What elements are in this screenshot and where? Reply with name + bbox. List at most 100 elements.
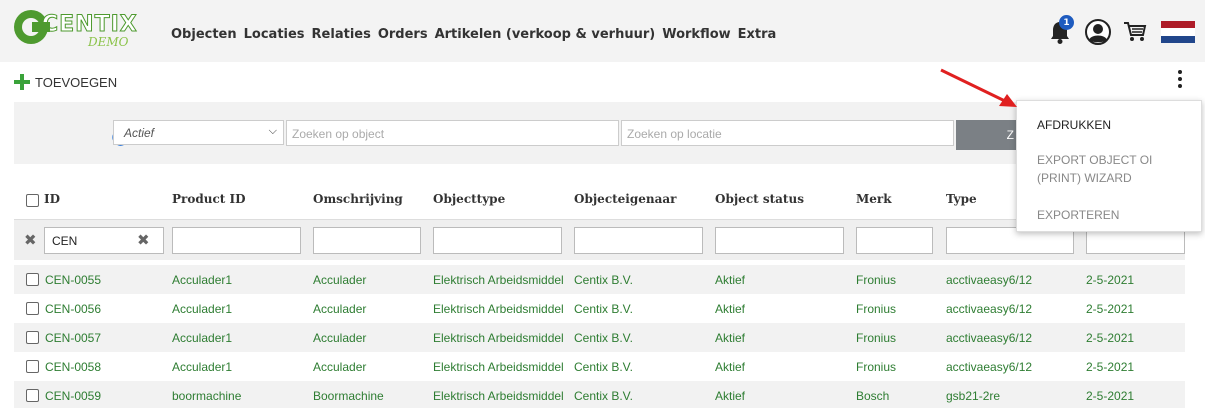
- clear-filters-icon[interactable]: ✖: [24, 231, 37, 249]
- top-navbar: CENTIX DEMO Objecten Locaties Relaties O…: [0, 0, 1205, 62]
- objecteigenaar-filter-input[interactable]: [574, 227, 703, 254]
- cell-product-id: Acculader1: [172, 302, 233, 316]
- cell-type: gsb21-2re: [946, 389, 1001, 403]
- row-checkbox[interactable]: [26, 360, 39, 373]
- nav-item-workflow[interactable]: Workflow: [662, 27, 730, 42]
- cell-id[interactable]: CEN-0059: [45, 389, 101, 403]
- logo-text: CENTIX: [42, 12, 138, 38]
- object-search-placeholder: Zoeken op object: [292, 127, 385, 141]
- cell-objecttype: Elektrisch Arbeidsmiddel: [433, 273, 564, 287]
- omschrijving-filter-input[interactable]: [313, 227, 421, 254]
- flag-stripe-red: [1161, 21, 1195, 29]
- cell-objecteigenaar: Centix B.V.: [574, 302, 633, 316]
- table-row[interactable]: CEN-0059 boormachine Boormachine Elektri…: [14, 381, 1185, 408]
- nav-item-relaties[interactable]: Relaties: [312, 27, 371, 42]
- cell-merk: Fronius: [856, 360, 897, 374]
- row-checkbox[interactable]: [26, 331, 39, 344]
- objecttype-filter-input[interactable]: [433, 227, 562, 254]
- cell-object-status: Aktief: [715, 331, 746, 345]
- cell-objecteigenaar: Centix B.V.: [574, 273, 633, 287]
- row-checkbox[interactable]: [26, 389, 39, 402]
- bell-icon[interactable]: 1: [1049, 15, 1074, 45]
- add-button[interactable]: TOEVOEGEN: [13, 73, 117, 91]
- cell-merk: Fronius: [856, 331, 897, 345]
- menu-item-export-wizard[interactable]: EXPORT OBJECT OI (PRINT) WIZARD: [1037, 151, 1187, 187]
- cell-type: acctivaeasy6/12: [946, 302, 1033, 316]
- flag-stripe-blue: [1161, 35, 1195, 43]
- main-nav: Objecten Locaties Relaties Orders Artike…: [171, 27, 783, 42]
- nav-item-objecten[interactable]: Objecten: [171, 27, 237, 42]
- cell-objecteigenaar: Centix B.V.: [574, 331, 633, 345]
- column-header-product-id[interactable]: Product ID: [172, 192, 246, 206]
- menu-item-afdrukken[interactable]: AFDRUKKEN: [1037, 116, 1111, 134]
- cell-objecteigenaar: Centix B.V.: [574, 360, 633, 374]
- column-header-object-status[interactable]: Object status: [715, 192, 804, 206]
- product-id-filter-input[interactable]: [172, 227, 301, 254]
- location-search-input[interactable]: Zoeken op locatie: [621, 120, 954, 146]
- status-select[interactable]: Actief ⌵: [113, 120, 284, 145]
- cell-id[interactable]: CEN-0055: [45, 273, 101, 287]
- flag-nl-icon[interactable]: [1161, 21, 1195, 43]
- table-row[interactable]: CEN-0058 Acculader1 Acculader Elektrisch…: [14, 352, 1185, 381]
- cell-objecttype: Elektrisch Arbeidsmiddel: [433, 360, 564, 374]
- add-button-label: TOEVOEGEN: [35, 74, 118, 90]
- search-button[interactable]: Z: [956, 120, 1018, 150]
- object-status-filter-input[interactable]: [715, 227, 844, 254]
- cell-type: acctivaeasy6/12: [946, 273, 1033, 287]
- location-search-placeholder: Zoeken op locatie: [627, 127, 722, 141]
- column-header-omschrijving[interactable]: Omschrijving: [313, 192, 403, 206]
- column-header-objecteigenaar[interactable]: Objecteigenaar: [574, 192, 677, 206]
- cell-object-status: Aktief: [715, 360, 746, 374]
- nav-item-artikelen[interactable]: Artikelen (verkoop & verhuur): [435, 27, 656, 42]
- table-row[interactable]: CEN-0056 Acculader1 Acculader Elektrisch…: [14, 294, 1185, 323]
- table-row[interactable]: CEN-0055 Acculader1 Acculader Elektrisch…: [14, 265, 1185, 294]
- avatar-icon[interactable]: [1085, 19, 1111, 45]
- cell-objecteigenaar: Centix B.V.: [574, 389, 633, 403]
- nav-item-locaties[interactable]: Locaties: [244, 27, 305, 42]
- table-row[interactable]: CEN-0057 Acculader1 Acculader Elektrisch…: [14, 323, 1185, 352]
- cell-id[interactable]: CEN-0056: [45, 302, 101, 316]
- id-filter-input[interactable]: CEN ✖: [44, 227, 164, 254]
- more-options-menu: AFDRUKKEN EXPORT OBJECT OI (PRINT) WIZAR…: [1016, 100, 1202, 232]
- cell-merk: Bosch: [856, 389, 890, 403]
- cell-product-id: Acculader1: [172, 273, 233, 287]
- nav-item-orders[interactable]: Orders: [378, 27, 428, 42]
- cell-id[interactable]: CEN-0058: [45, 360, 101, 374]
- cell-product-id: Acculader1: [172, 331, 233, 345]
- nav-item-extra[interactable]: Extra: [738, 27, 777, 42]
- more-options-icon[interactable]: [1176, 70, 1184, 92]
- object-search-input[interactable]: Zoeken op object: [286, 120, 619, 146]
- menu-item-exporteren[interactable]: EXPORTEREN: [1037, 206, 1119, 224]
- cell-objecttype: Elektrisch Arbeidsmiddel: [433, 389, 564, 403]
- cell-date: 2-5-2021: [1086, 302, 1135, 316]
- column-header-objecttype[interactable]: Objecttype: [433, 192, 505, 206]
- chevron-down-icon: ⌵: [268, 125, 277, 137]
- cell-objecttype: Elektrisch Arbeidsmiddel: [433, 331, 564, 345]
- column-header-merk[interactable]: Merk: [856, 192, 892, 206]
- cart-icon[interactable]: [1123, 21, 1147, 43]
- cell-date: 2-5-2021: [1086, 331, 1135, 345]
- cell-date: 2-5-2021: [1086, 273, 1135, 287]
- cell-object-status: Aktief: [715, 273, 746, 287]
- header-icons: 1: [1049, 12, 1195, 52]
- select-all-checkbox[interactable]: [26, 194, 39, 207]
- cell-id[interactable]: CEN-0057: [45, 331, 101, 345]
- cell-product-id: Acculader1: [172, 360, 233, 374]
- cell-omschrijving: Acculader: [313, 360, 367, 374]
- cell-omschrijving: Acculader: [313, 273, 367, 287]
- notification-badge: 1: [1059, 15, 1074, 30]
- merk-filter-input[interactable]: [856, 227, 933, 254]
- cell-date: 2-5-2021: [1086, 360, 1135, 374]
- cell-type: acctivaeasy6/12: [946, 331, 1033, 345]
- row-checkbox[interactable]: [26, 302, 39, 315]
- cell-date: 2-5-2021: [1086, 389, 1135, 403]
- row-checkbox[interactable]: [26, 273, 39, 286]
- search-button-label: Z: [1006, 128, 1014, 142]
- column-header-id[interactable]: ID: [44, 192, 60, 206]
- clear-id-filter-icon[interactable]: ✖: [137, 231, 150, 249]
- annotation-arrow-icon: [940, 68, 1017, 107]
- flag-stripe-white: [1161, 28, 1195, 36]
- centix-logo[interactable]: CENTIX DEMO: [14, 8, 144, 54]
- status-select-value: Actief: [124, 126, 155, 140]
- column-header-type[interactable]: Type: [946, 192, 977, 206]
